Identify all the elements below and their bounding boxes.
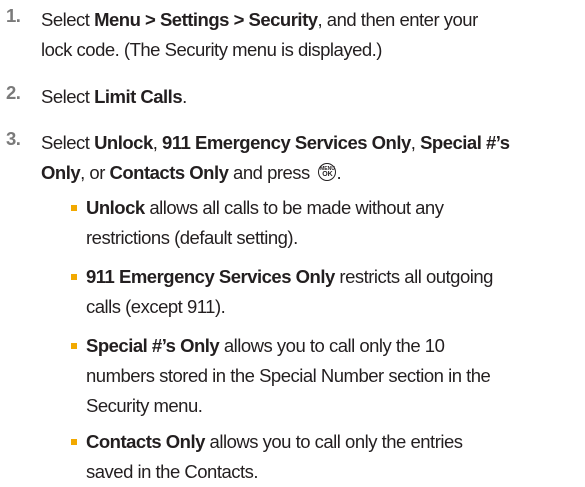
text-run: allows all calls to be made without any bbox=[144, 197, 444, 218]
bold-term: 911 Emergency Services Only bbox=[86, 266, 335, 287]
bullet-square-icon bbox=[71, 205, 77, 211]
text-line: numbers stored in the Special Number sec… bbox=[86, 361, 581, 391]
step-text: Select Menu > Settings > Security, and t… bbox=[41, 5, 581, 65]
text-run: Select bbox=[41, 9, 95, 30]
text-run: , or bbox=[80, 162, 110, 183]
text-line: Select Menu > Settings > Security, and t… bbox=[41, 5, 581, 35]
text-run: restrictions (default setting). bbox=[86, 227, 298, 248]
text-run: , and then enter your bbox=[317, 9, 479, 30]
bullet-text: Contacts Only allows you to call only th… bbox=[86, 427, 581, 487]
text-run: and press bbox=[228, 162, 315, 183]
bullet-square-icon bbox=[71, 343, 77, 349]
text-run: lock code. (The Security menu is display… bbox=[41, 39, 382, 60]
bold-term: Contacts Only bbox=[86, 431, 205, 452]
text-run: calls (except 911). bbox=[86, 296, 226, 317]
text-run: allows you to call only the 10 bbox=[219, 335, 445, 356]
step-number: 2. bbox=[6, 82, 21, 103]
text-line: Select Unlock, 911 Emergency Services On… bbox=[41, 128, 581, 158]
bold-term: Menu > Settings > Security bbox=[94, 9, 318, 30]
text-line: saved in the Contacts. bbox=[86, 457, 581, 487]
text-line: 911 Emergency Services Only restricts al… bbox=[86, 262, 581, 292]
text-line: Security menu. bbox=[86, 391, 581, 421]
text-run: , bbox=[410, 132, 421, 153]
bold-term: Only bbox=[41, 162, 81, 183]
text-line: Contacts Only allows you to call only th… bbox=[86, 427, 581, 457]
bullet-square-icon bbox=[71, 274, 77, 280]
text-run: Select bbox=[41, 132, 95, 153]
text-run: saved in the Contacts. bbox=[86, 461, 259, 482]
step-text: Select Unlock, 911 Emergency Services On… bbox=[41, 128, 581, 188]
text-run: restricts all outgoing bbox=[334, 266, 493, 287]
bullet-square-icon bbox=[71, 439, 77, 445]
text-line: restrictions (default setting). bbox=[86, 223, 581, 253]
bullet-text: Unlock allows all calls to be made witho… bbox=[86, 193, 581, 253]
bold-term: Special #’s Only bbox=[86, 335, 220, 356]
text-run: numbers stored in the Special Number sec… bbox=[86, 365, 491, 386]
bold-term: Contacts Only bbox=[109, 162, 229, 183]
bold-term: Special #’s bbox=[420, 132, 510, 153]
bullet-text: 911 Emergency Services Only restricts al… bbox=[86, 262, 581, 322]
step-number: 3. bbox=[6, 128, 21, 149]
text-line: lock code. (The Security menu is display… bbox=[41, 35, 581, 65]
step-text: Select Limit Calls. bbox=[41, 82, 581, 112]
text-line: Special #’s Only allows you to call only… bbox=[86, 331, 581, 361]
text-run: . bbox=[182, 86, 187, 107]
text-run: . bbox=[336, 162, 342, 183]
text-run: , bbox=[152, 132, 163, 153]
step-number: 1. bbox=[6, 5, 21, 26]
text-line: Only, or Contacts Only and press MENU OK. bbox=[41, 158, 581, 188]
text-line: Select Limit Calls. bbox=[41, 82, 581, 112]
bullet-text: Special #’s Only allows you to call only… bbox=[86, 331, 581, 421]
key-label-bottom: OK bbox=[322, 171, 333, 179]
text-line: calls (except 911). bbox=[86, 292, 581, 322]
text-run: Select bbox=[41, 86, 95, 107]
menu-ok-key-icon: MENU OK bbox=[318, 163, 337, 182]
bold-term: Limit Calls bbox=[94, 86, 183, 107]
text-run: allows you to call only the entries bbox=[204, 431, 463, 452]
text-line: Unlock allows all calls to be made witho… bbox=[86, 193, 581, 223]
text-run: Security menu. bbox=[86, 395, 203, 416]
bold-term: Unlock bbox=[86, 197, 145, 218]
manual-page: 1. Select Menu > Settings > Security, an… bbox=[0, 0, 585, 482]
bold-term: Unlock bbox=[94, 132, 153, 153]
bold-term: 911 Emergency Services Only bbox=[162, 132, 411, 153]
